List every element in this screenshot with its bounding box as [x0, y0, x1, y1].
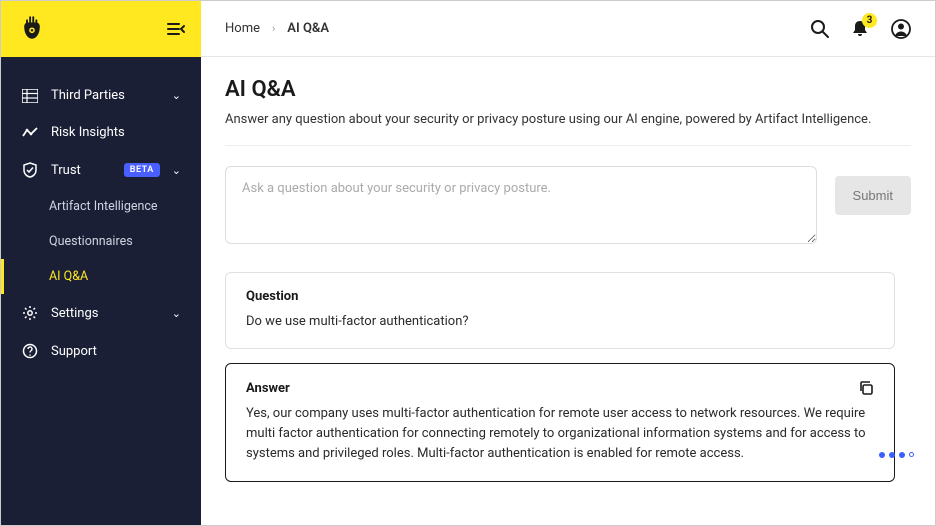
sidebar-item-label: Support — [51, 344, 181, 359]
sidebar-item-label: Risk Insights — [51, 125, 181, 140]
chevron-down-icon: ⌄ — [172, 89, 181, 102]
sidebar-item-third-parties[interactable]: Third Parties ⌄ — [1, 77, 201, 114]
submit-button[interactable]: Submit — [835, 176, 911, 215]
question-card: Question Do we use multi-factor authenti… — [225, 272, 895, 349]
chevron-down-icon: ⌄ — [172, 307, 181, 320]
copy-button[interactable] — [858, 380, 874, 396]
notifications-button[interactable]: 3 — [851, 19, 869, 38]
sidebar-subitem-questionnaires[interactable]: Questionnaires — [1, 224, 201, 259]
beta-badge: BETA — [124, 163, 160, 177]
main: Home › AI Q&A 3 AI Q&A Answer any questi… — [201, 1, 935, 525]
sidebar-item-label: Trust — [51, 163, 112, 178]
breadcrumb-home[interactable]: Home — [225, 21, 260, 36]
chart-icon — [21, 126, 39, 140]
qa-section: Question Do we use multi-factor authenti… — [225, 272, 911, 482]
answer-card: Answer Yes, our company uses multi-facto… — [225, 363, 895, 481]
breadcrumb: Home › AI Q&A — [225, 21, 329, 36]
profile-button[interactable] — [891, 19, 911, 39]
content: AI Q&A Answer any question about your se… — [201, 57, 935, 525]
ask-row: Submit — [225, 166, 911, 244]
dot-icon — [899, 452, 905, 458]
search-button[interactable] — [810, 19, 829, 38]
chevron-down-icon: ⌄ — [172, 164, 181, 177]
page-title: AI Q&A — [225, 77, 911, 102]
breadcrumb-current: AI Q&A — [287, 21, 329, 36]
list-icon — [21, 89, 39, 103]
sidebar-item-trust[interactable]: Trust BETA ⌄ — [1, 151, 201, 189]
sidebar: Third Parties ⌄ Risk Insights Trust BETA… — [1, 1, 201, 525]
breadcrumb-separator: › — [272, 22, 275, 35]
topbar: Home › AI Q&A 3 — [201, 1, 935, 57]
notification-count-badge: 3 — [862, 13, 877, 28]
sidebar-collapse-button[interactable] — [167, 22, 185, 36]
sidebar-item-settings[interactable]: Settings ⌄ — [1, 294, 201, 332]
dot-icon — [889, 452, 895, 458]
gear-icon — [21, 305, 39, 321]
page-description: Answer any question about your security … — [225, 112, 911, 146]
question-card-title: Question — [246, 289, 298, 304]
loading-indicator — [879, 452, 914, 458]
sidebar-item-risk-insights[interactable]: Risk Insights — [1, 114, 201, 151]
sidebar-subitem-artifact-intelligence[interactable]: Artifact Intelligence — [1, 189, 201, 224]
question-input[interactable] — [225, 166, 817, 244]
topbar-actions: 3 — [810, 19, 911, 39]
sidebar-subitem-ai-qa[interactable]: AI Q&A — [1, 259, 201, 294]
answer-card-title: Answer — [246, 381, 290, 396]
dot-icon — [909, 452, 914, 457]
question-text: Do we use multi-factor authentication? — [246, 312, 874, 332]
logo-icon — [17, 14, 47, 44]
trust-submenu: Artifact Intelligence Questionnaires AI … — [1, 189, 201, 294]
sidebar-nav: Third Parties ⌄ Risk Insights Trust BETA… — [1, 57, 201, 370]
sidebar-item-label: Third Parties — [51, 88, 160, 103]
answer-text: Yes, our company uses multi-factor authe… — [246, 404, 874, 464]
help-icon — [21, 343, 39, 359]
dot-icon — [879, 452, 885, 458]
shield-icon — [21, 162, 39, 178]
sidebar-header — [1, 1, 201, 57]
sidebar-item-support[interactable]: Support — [1, 332, 201, 370]
sidebar-item-label: Settings — [51, 306, 160, 321]
